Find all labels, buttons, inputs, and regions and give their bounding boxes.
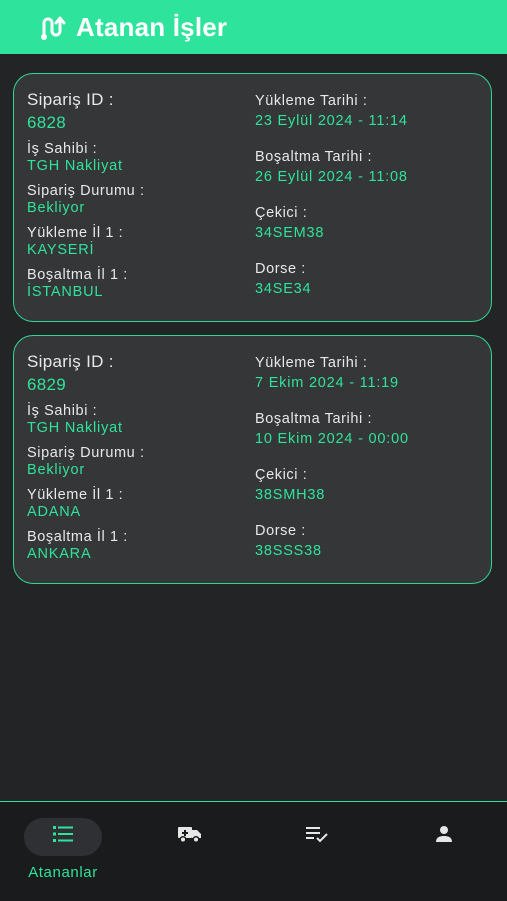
status-value: Bekliyor (27, 200, 85, 216)
truck-icon (178, 827, 201, 844)
unload-city-value: ANKARA (27, 546, 92, 562)
unload-city-label: Boşaltma İl 1 : (27, 529, 128, 545)
load-city-value: ADANA (27, 504, 81, 520)
trailer-value: 38SSS38 (255, 543, 322, 559)
nav-label: Atananlar (28, 864, 98, 881)
order-id: 6828 (27, 113, 67, 132)
trailer-label: Dorse : (255, 261, 306, 277)
order-id: 6829 (27, 375, 67, 394)
checklist-icon (306, 827, 328, 843)
unload-date-value: 10 Ekim 2024 - 00:00 (255, 431, 409, 447)
unload-city-label: Boşaltma İl 1 : (27, 267, 128, 283)
order-id-label: Sipariş ID : (27, 352, 114, 371)
nav-item-completed[interactable] (254, 816, 380, 886)
status-label: Sipariş Durumu : (27, 445, 145, 461)
load-city-label: Yükleme İl 1 : (27, 225, 124, 241)
order-right-column: Yükleme Tarihi : 23 Eylül 2024 - 11:14 B… (255, 93, 408, 317)
tractor-label: Çekici : (255, 467, 308, 483)
order-left-column: Sipariş ID : 6829 İş Sahibi : TGH Nakliy… (27, 352, 145, 571)
load-date-value: 23 Eylül 2024 - 11:14 (255, 113, 408, 129)
nav-item-atananlar[interactable]: Atananlar (0, 816, 126, 886)
tractor-value: 34SEM38 (255, 225, 325, 241)
list-icon (53, 826, 73, 842)
order-left-column: Sipariş ID : 6828 İş Sahibi : TGH Nakliy… (27, 90, 145, 309)
order-card[interactable]: Sipariş ID : 6828 İş Sahibi : TGH Nakliy… (13, 73, 492, 322)
nav-item-vehicles[interactable] (127, 816, 253, 886)
unload-date-label: Boşaltma Tarihi : (255, 411, 373, 427)
order-right-column: Yükleme Tarihi : 7 Ekim 2024 - 11:19 Boş… (255, 355, 409, 579)
app-header: Atanan İşler (0, 0, 507, 54)
load-city-label: Yükleme İl 1 : (27, 487, 124, 503)
page-title: Atanan İşler (76, 11, 228, 42)
bottom-navigation: Atananlar (0, 801, 507, 901)
owner-value: TGH Nakliyat (27, 158, 123, 174)
route-icon (36, 11, 68, 43)
unload-city-value: İSTANBUL (27, 284, 104, 300)
unload-date-label: Boşaltma Tarihi : (255, 149, 373, 165)
owner-label: İş Sahibi : (27, 141, 98, 157)
person-icon (436, 826, 452, 842)
unload-date-value: 26 Eylül 2024 - 11:08 (255, 169, 408, 185)
status-value: Bekliyor (27, 462, 85, 478)
status-label: Sipariş Durumu : (27, 183, 145, 199)
owner-value: TGH Nakliyat (27, 420, 123, 436)
trailer-label: Dorse : (255, 523, 306, 539)
order-id-label: Sipariş ID : (27, 90, 114, 109)
owner-label: İş Sahibi : (27, 403, 98, 419)
load-city-value: KAYSERİ (27, 242, 95, 258)
tractor-value: 38SMH38 (255, 487, 326, 503)
order-card[interactable]: Sipariş ID : 6829 İş Sahibi : TGH Nakliy… (13, 335, 492, 584)
load-date-label: Yükleme Tarihi : (255, 355, 368, 371)
tractor-label: Çekici : (255, 205, 308, 221)
trailer-value: 34SE34 (255, 281, 312, 297)
load-date-label: Yükleme Tarihi : (255, 93, 368, 109)
load-date-value: 7 Ekim 2024 - 11:19 (255, 375, 399, 391)
nav-item-profile[interactable] (381, 816, 507, 886)
